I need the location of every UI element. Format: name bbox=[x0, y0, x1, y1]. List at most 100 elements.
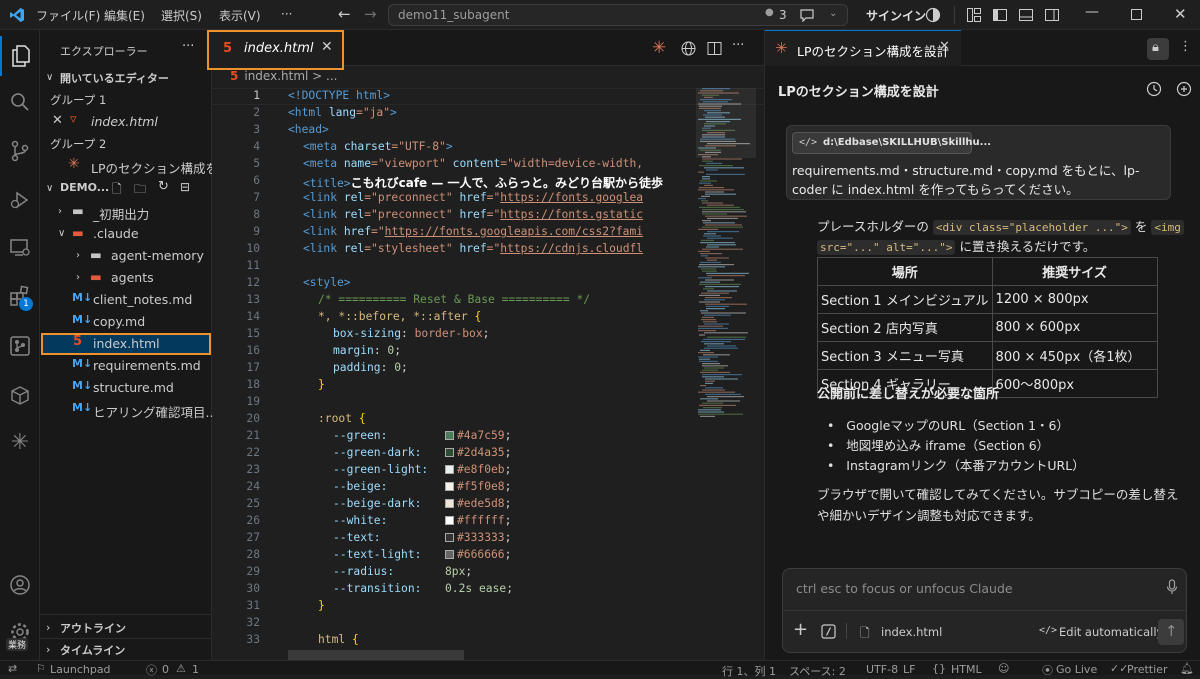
tree-file-index-html[interactable]: 5 index.html bbox=[41, 333, 211, 355]
chat-input-placeholder[interactable]: ctrl esc to focus or unfocus Claude bbox=[796, 581, 1013, 596]
copilot-icon[interactable]: ☺ bbox=[998, 662, 1009, 675]
code-editor[interactable]: 1 2 3 4 5 6 7 8 9 10 11 12 13 14 15 16 17 18 19 20 21 22 23 24 2… bbox=[212, 88, 764, 660]
horizontal-scrollbar[interactable] bbox=[288, 650, 464, 660]
color-swatch[interactable] bbox=[445, 516, 454, 525]
language-mode[interactable]: HTML bbox=[951, 663, 982, 676]
microphone-icon[interactable] bbox=[1166, 579, 1178, 595]
color-swatch[interactable] bbox=[445, 465, 454, 474]
new-file-icon[interactable]: 🗋 bbox=[112, 180, 122, 200]
open-editors-header[interactable]: ∨ 開いているエディター bbox=[40, 67, 212, 89]
tree-file-requirements[interactable]: M↓ requirements.md bbox=[40, 355, 212, 377]
workspace-header[interactable]: ∨ DEMO... 🗋 🗀 ↻ ⊟ bbox=[40, 178, 212, 200]
color-swatch[interactable] bbox=[445, 499, 454, 508]
go-live-button[interactable]: Go Live bbox=[1056, 663, 1097, 676]
minimap-slider[interactable] bbox=[696, 88, 756, 158]
notifications-icon[interactable]: 🔔︎ bbox=[1180, 662, 1194, 675]
toggle-panel-icon[interactable] bbox=[1018, 7, 1034, 23]
refresh-icon[interactable]: ↻ bbox=[158, 179, 169, 194]
tree-folder-initial-output[interactable]: › ▬ _初期出力 bbox=[40, 201, 212, 223]
history-icon[interactable] bbox=[1146, 81, 1162, 97]
color-swatch[interactable] bbox=[445, 431, 454, 440]
open-editor-index-html[interactable]: ✕ ▿ index.html bbox=[40, 111, 212, 133]
color-swatch[interactable] bbox=[445, 448, 454, 457]
forward-arrow-icon[interactable]: → bbox=[364, 5, 377, 23]
cursor-position[interactable]: 行 1、列 1 bbox=[722, 663, 776, 679]
color-swatch[interactable] bbox=[445, 550, 454, 559]
back-arrow-icon[interactable]: ← bbox=[338, 5, 351, 23]
tree-file-hearing[interactable]: M↓ ヒアリング確認項目... bbox=[40, 399, 212, 421]
prettier-button[interactable]: Prettier bbox=[1127, 663, 1167, 676]
new-chat-icon[interactable] bbox=[1176, 81, 1192, 97]
close-tab-icon[interactable]: ✕ bbox=[321, 39, 333, 55]
containers-icon[interactable] bbox=[0, 375, 40, 415]
toggle-primary-sidebar-icon[interactable] bbox=[992, 7, 1008, 23]
color-swatch[interactable] bbox=[445, 482, 454, 491]
warning-count[interactable]: 1 bbox=[192, 663, 199, 676]
error-count[interactable]: 0 bbox=[162, 663, 169, 676]
command-center[interactable]: demo11_subagent ● 3 ⌄ bbox=[388, 4, 848, 26]
lock-button[interactable]: 🔒︎ bbox=[1147, 38, 1169, 60]
manage-gear-icon[interactable]: 業務 bbox=[0, 612, 40, 652]
launchpad-label[interactable]: Launchpad bbox=[50, 663, 111, 676]
run-debug-icon[interactable] bbox=[0, 180, 40, 220]
maximize-icon[interactable] bbox=[1131, 9, 1142, 20]
remote-icon[interactable]: ⇄ bbox=[8, 662, 17, 675]
close-tab-icon[interactable]: ✕ bbox=[939, 39, 950, 54]
menu-view[interactable]: 表示(V) bbox=[219, 7, 261, 24]
chat-input-box[interactable]: ctrl esc to focus or unfocus Claude + 🗋 … bbox=[782, 568, 1187, 653]
tree-file-client-notes[interactable]: M↓ client_notes.md bbox=[40, 289, 212, 311]
editor-tab-index-html[interactable]: 5 index.html ✕ bbox=[207, 30, 344, 70]
tree-folder-claude[interactable]: ∨ ▬ .claude bbox=[40, 223, 212, 245]
file-path-chip[interactable]: </> d:\Edbase\SKILLHUB\Skillhu... bbox=[792, 132, 991, 154]
customize-layout-icon[interactable] bbox=[966, 7, 982, 23]
tree-folder-agents[interactable]: › ▬ agents bbox=[40, 267, 212, 289]
remote-explorer-icon[interactable] bbox=[0, 228, 40, 268]
add-attachment-icon[interactable]: + bbox=[793, 619, 808, 640]
menu-selection[interactable]: 選択(S) bbox=[161, 7, 202, 24]
more-actions-icon[interactable]: ··· bbox=[732, 38, 744, 53]
git-graph-icon[interactable] bbox=[0, 326, 40, 366]
explorer-icon[interactable] bbox=[0, 36, 40, 76]
more-actions-icon[interactable]: ⋮ bbox=[1179, 39, 1192, 54]
tree-folder-agent-memory[interactable]: › ▬ agent-memory bbox=[40, 245, 212, 267]
claude-icon[interactable]: ✳ bbox=[0, 423, 40, 463]
tree-file-copy[interactable]: M↓ copy.md bbox=[40, 311, 212, 333]
encoding[interactable]: UTF-8 bbox=[866, 663, 898, 676]
tree-file-structure[interactable]: M↓ structure.md bbox=[40, 377, 212, 399]
signin-button[interactable]: サインイン bbox=[866, 7, 926, 24]
collapse-all-icon[interactable]: ⊟ bbox=[180, 180, 190, 194]
eol[interactable]: LF bbox=[903, 663, 915, 676]
attached-file-chip[interactable]: index.html bbox=[881, 625, 942, 639]
minimap[interactable] bbox=[696, 88, 756, 660]
accounts-icon[interactable] bbox=[925, 7, 941, 23]
send-button[interactable]: ↑ bbox=[1158, 619, 1184, 645]
outline-header[interactable]: › アウトライン bbox=[40, 617, 212, 639]
color-swatch[interactable] bbox=[445, 533, 454, 542]
menu-more[interactable]: ··· bbox=[281, 7, 292, 21]
chat-icon[interactable] bbox=[799, 8, 815, 22]
timeline-header[interactable]: › タイムライン bbox=[40, 639, 212, 661]
chevron-down-icon[interactable]: ⌄ bbox=[829, 8, 837, 19]
source-control-icon[interactable] bbox=[0, 131, 40, 171]
indentation[interactable]: スペース: 2 bbox=[789, 663, 846, 679]
globe-icon[interactable] bbox=[681, 41, 696, 56]
minimize-icon[interactable]: — bbox=[1085, 4, 1099, 20]
more-actions-icon[interactable]: ··· bbox=[182, 39, 194, 54]
menu-edit[interactable]: 編集(E) bbox=[104, 7, 145, 24]
search-icon[interactable] bbox=[0, 82, 40, 122]
new-folder-icon[interactable]: 🗀 bbox=[134, 180, 146, 200]
close-icon[interactable]: ✕ bbox=[52, 113, 63, 128]
close-window-icon[interactable]: ✕ bbox=[1174, 5, 1187, 23]
minimap-line bbox=[705, 387, 723, 389]
toggle-secondary-sidebar-icon[interactable] bbox=[1044, 7, 1060, 23]
breadcrumb[interactable]: 5 index.html > ... bbox=[230, 69, 337, 87]
edit-mode-selector[interactable]: Edit automatically bbox=[1059, 625, 1163, 639]
chat-tab[interactable]: ✳ LPのセクション構成を設計 ✕ bbox=[765, 30, 961, 66]
menu-file[interactable]: ファイル(F) bbox=[36, 7, 100, 24]
account-icon[interactable] bbox=[0, 565, 40, 605]
split-editor-icon[interactable] bbox=[707, 41, 722, 56]
open-editor-chat[interactable]: ✳ LPのセクション構成を... bbox=[40, 155, 212, 177]
claude-icon[interactable]: ✳ bbox=[652, 38, 666, 58]
extensions-icon[interactable]: 1 bbox=[0, 276, 40, 316]
slash-command-icon[interactable] bbox=[821, 624, 836, 639]
